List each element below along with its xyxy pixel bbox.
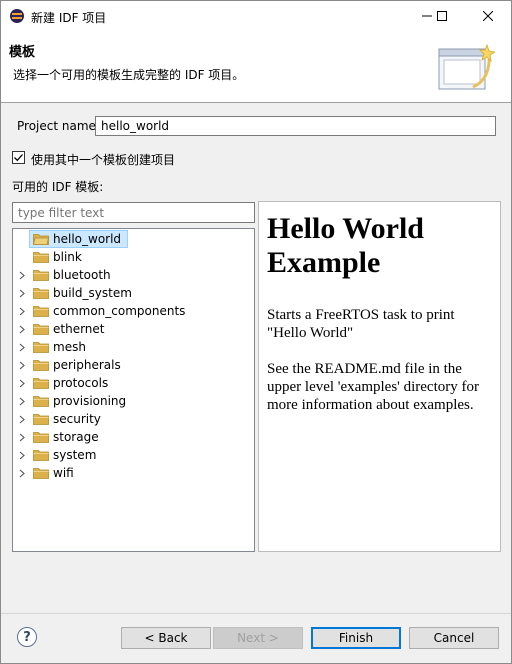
chevron-right-icon[interactable] bbox=[19, 325, 25, 334]
folder-icon bbox=[33, 324, 49, 335]
tree-item-label: mesh bbox=[53, 340, 86, 354]
template-filter-input[interactable] bbox=[12, 202, 255, 223]
preview-paragraph-2: See the README.md file in the upper leve… bbox=[267, 361, 479, 413]
eclipse-app-icon bbox=[10, 9, 24, 23]
maximize-button[interactable] bbox=[425, 1, 459, 31]
footer-divider bbox=[1, 613, 511, 614]
available-templates-label: 可用的 IDF 模板: bbox=[12, 180, 104, 194]
tree-item[interactable]: ethernet bbox=[13, 320, 253, 338]
title-bar: 新建 IDF 项目 bbox=[1, 1, 511, 31]
tree-item-label: security bbox=[53, 412, 101, 426]
chevron-right-icon[interactable] bbox=[19, 271, 25, 280]
next-button[interactable]: Next > bbox=[213, 627, 303, 649]
folder-icon bbox=[33, 360, 49, 371]
folder-icon bbox=[33, 288, 49, 299]
tree-item-label: system bbox=[53, 448, 97, 462]
chevron-right-icon[interactable] bbox=[19, 379, 25, 388]
new-wizard-graphic-icon bbox=[438, 43, 495, 90]
page-title: 模板 bbox=[9, 45, 36, 60]
project-name-input[interactable] bbox=[95, 116, 496, 136]
open-folder-icon bbox=[33, 234, 49, 245]
back-button[interactable]: < Back bbox=[121, 627, 211, 649]
template-tree[interactable]: hello_worldblink bluetooth build_systemcom… bbox=[12, 228, 255, 552]
tree-item[interactable]: peripherals bbox=[13, 356, 253, 374]
tree-item[interactable]: hello_world bbox=[13, 230, 253, 248]
cancel-button[interactable]: Cancel bbox=[409, 627, 499, 649]
folder-icon bbox=[33, 396, 49, 407]
chevron-right-icon[interactable] bbox=[19, 307, 25, 316]
template-description-preview: Hello World Example Starts a FreeRTOS ta… bbox=[258, 201, 501, 552]
tree-item-label: common_components bbox=[53, 304, 186, 318]
folder-icon bbox=[33, 342, 49, 353]
tree-item-label: build_system bbox=[53, 286, 132, 300]
tree-item[interactable]: protocols bbox=[13, 374, 253, 392]
folder-icon bbox=[33, 468, 49, 479]
tree-item[interactable]: system bbox=[13, 446, 253, 464]
use-template-checkbox[interactable] bbox=[12, 151, 25, 164]
tree-item-label: ethernet bbox=[53, 322, 105, 336]
folder-icon bbox=[33, 378, 49, 389]
maximize-icon bbox=[437, 11, 447, 21]
chevron-right-icon[interactable] bbox=[19, 343, 25, 352]
window-title: 新建 IDF 项目 bbox=[31, 11, 107, 25]
chevron-right-icon[interactable] bbox=[19, 433, 25, 442]
preview-paragraph-1: Starts a FreeRTOS task to print "Hello W… bbox=[267, 307, 455, 341]
use-template-label[interactable]: 使用其中一个模板创建项目 bbox=[31, 151, 175, 168]
new-idf-project-dialog: 新建 IDF 项目 模板 选择一个可用的模板生成完整的 IDF 项目。 Proj… bbox=[0, 0, 512, 664]
chevron-right-icon[interactable] bbox=[19, 451, 25, 460]
tree-item[interactable]: mesh bbox=[13, 338, 253, 356]
tree-item-label: peripherals bbox=[53, 358, 121, 372]
folder-icon bbox=[33, 450, 49, 461]
folder-icon bbox=[33, 306, 49, 317]
tree-item-label: protocols bbox=[53, 376, 109, 390]
close-icon bbox=[483, 11, 493, 21]
folder-icon bbox=[33, 432, 49, 443]
folder-icon bbox=[33, 270, 49, 281]
folder-icon bbox=[33, 252, 49, 263]
wizard-banner: 模板 选择一个可用的模板生成完整的 IDF 项目。 bbox=[1, 31, 511, 103]
page-description: 选择一个可用的模板生成完整的 IDF 项目。 bbox=[13, 68, 245, 82]
tree-item[interactable]: common_components bbox=[13, 302, 253, 320]
folder-icon bbox=[33, 414, 49, 425]
preview-heading: Hello World Example bbox=[267, 212, 424, 279]
tree-item[interactable]: wifi bbox=[13, 464, 253, 482]
checkmark-icon bbox=[14, 154, 23, 162]
tree-item[interactable]: build_system bbox=[13, 284, 253, 302]
chevron-right-icon[interactable] bbox=[19, 289, 25, 298]
tree-item[interactable]: security bbox=[13, 410, 253, 428]
tree-item[interactable]: bluetooth bbox=[13, 266, 253, 284]
tree-item-label: bluetooth bbox=[53, 268, 111, 282]
help-icon[interactable]: ? bbox=[17, 627, 37, 647]
chevron-right-icon[interactable] bbox=[19, 469, 25, 478]
project-name-label: Project name: bbox=[17, 119, 100, 133]
chevron-right-icon[interactable] bbox=[19, 397, 25, 406]
tree-item-label: hello_world bbox=[53, 232, 122, 246]
chevron-right-icon[interactable] bbox=[19, 415, 25, 424]
tree-item-label: storage bbox=[53, 430, 99, 444]
close-button[interactable] bbox=[471, 1, 505, 31]
tree-item-label: wifi bbox=[53, 466, 74, 480]
tree-item[interactable]: storage bbox=[13, 428, 253, 446]
tree-item-label: blink bbox=[53, 250, 82, 264]
finish-button[interactable]: Finish bbox=[311, 627, 401, 649]
chevron-right-icon[interactable] bbox=[19, 361, 25, 370]
tree-item[interactable]: provisioning bbox=[13, 392, 253, 410]
tree-item[interactable]: blink bbox=[13, 248, 253, 266]
tree-item-label: provisioning bbox=[53, 394, 127, 408]
